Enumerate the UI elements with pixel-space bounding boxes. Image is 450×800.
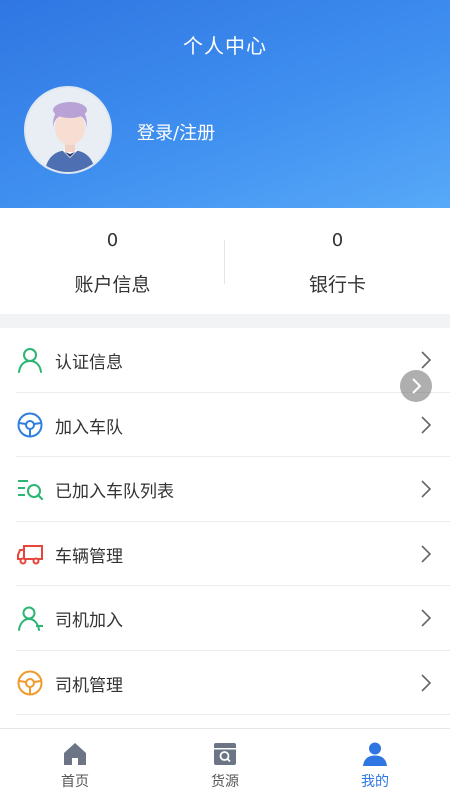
account-stats: 0 账户信息 0 银行卡 bbox=[0, 208, 450, 314]
avatar[interactable] bbox=[24, 86, 112, 174]
floating-expand-button[interactable] bbox=[400, 370, 432, 402]
profile-header: 个人中心 登录/注册 bbox=[0, 0, 450, 208]
menu-item-join-fleet[interactable]: 加入车队 bbox=[16, 393, 450, 457]
tab-label: 首页 bbox=[61, 774, 89, 790]
home-icon bbox=[64, 743, 86, 765]
settings-menu: 认证信息 加入车队 已加入车队列表 车辆管理 司机加入 司机管理 bbox=[0, 328, 450, 728]
login-register-link[interactable]: 登录/注册 bbox=[137, 119, 215, 145]
bank-card-label: 银行卡 bbox=[308, 274, 366, 296]
person-verify-icon bbox=[18, 348, 42, 373]
menu-item-label: 司机管理 bbox=[55, 675, 123, 696]
chevron-right-icon bbox=[421, 480, 432, 498]
menu-item-driver-join[interactable]: 司机加入 bbox=[16, 586, 450, 651]
menu-item-driver-management[interactable]: 司机管理 bbox=[16, 651, 450, 715]
menu-item-certification[interactable]: 认证信息 bbox=[16, 328, 450, 393]
default-avatar-icon bbox=[26, 88, 110, 172]
person-add-icon bbox=[18, 606, 43, 631]
chevron-right-icon bbox=[421, 351, 432, 369]
account-info-count: 0 bbox=[106, 230, 119, 251]
bank-card-count: 0 bbox=[331, 230, 344, 251]
menu-item-label: 已加入车队列表 bbox=[55, 482, 174, 502]
page-title: 个人中心 bbox=[183, 34, 267, 58]
profile-page: 个人中心 登录/注册 0 账户信息 0 银行卡 认证信息 加入车队 已加入车队列… bbox=[0, 0, 450, 800]
menu-item-label: 车辆管理 bbox=[55, 546, 123, 567]
steering-wheel-icon bbox=[17, 412, 43, 437]
menu-item-vehicle-management[interactable]: 车辆管理 bbox=[16, 522, 450, 586]
menu-item-label: 加入车队 bbox=[55, 417, 123, 438]
account-info-label: 账户信息 bbox=[74, 274, 151, 296]
list-search-icon bbox=[18, 480, 44, 501]
cargo-icon bbox=[214, 743, 236, 765]
menu-item-label: 认证信息 bbox=[55, 353, 123, 373]
chevron-right-icon bbox=[421, 415, 432, 434]
account-info-stat[interactable]: 0 账户信息 bbox=[0, 208, 225, 314]
steering-wheel-icon bbox=[17, 670, 43, 695]
chevron-right-icon bbox=[421, 609, 432, 627]
chevron-right-icon bbox=[421, 544, 432, 563]
chevron-right-icon bbox=[421, 673, 432, 692]
chevron-right-icon bbox=[412, 378, 422, 394]
tab-label: 我的 bbox=[361, 774, 389, 790]
tab-home[interactable]: 首页 bbox=[0, 729, 150, 800]
bank-card-stat[interactable]: 0 银行卡 bbox=[225, 208, 450, 314]
menu-item-joined-fleet-list[interactable]: 已加入车队列表 bbox=[16, 457, 450, 522]
menu-item-label: 司机加入 bbox=[55, 611, 123, 631]
tab-mine[interactable]: 我的 bbox=[300, 729, 450, 800]
truck-icon bbox=[17, 544, 43, 564]
bottom-tab-bar: 首页 货源 我的 bbox=[0, 728, 450, 800]
profile-icon bbox=[363, 742, 387, 766]
tab-cargo-source[interactable]: 货源 bbox=[150, 729, 300, 800]
tab-label: 货源 bbox=[211, 774, 239, 790]
